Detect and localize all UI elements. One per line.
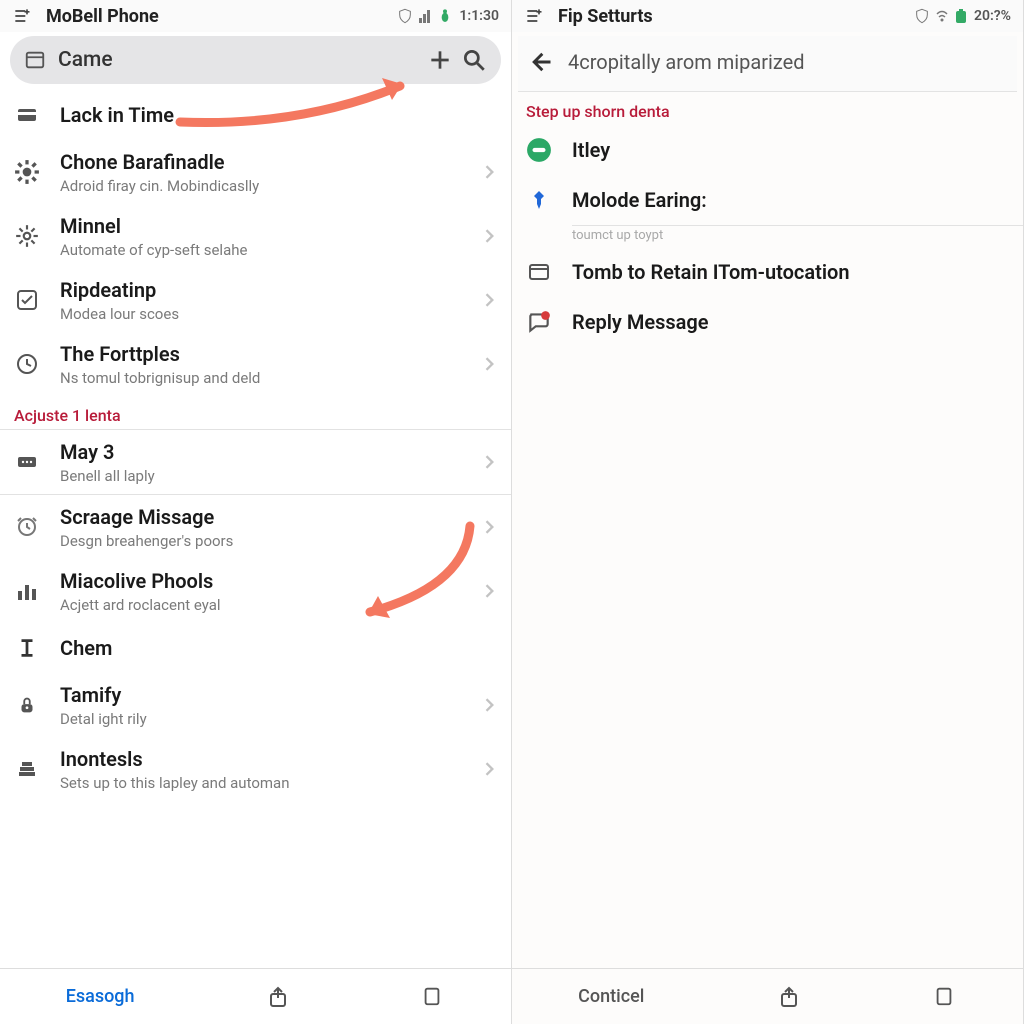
back-header: 4cropitally arom miparized [518,36,1017,92]
list-item-inontesls[interactable]: InonteslsSets up to this lapley and auto… [0,737,511,801]
status-bar-left: MoBell Phone 1:1:30 [0,0,511,32]
chevron-right-icon [483,165,497,179]
list-item-reply[interactable]: Reply Message [512,297,1023,347]
bug-icon [437,8,453,24]
list-item-tomb[interactable]: Tomb to Retain ITom-utocation [512,247,1023,297]
list-item-molode[interactable]: Molode Earing: [512,175,1023,225]
folder-icon [526,259,552,285]
back-title: 4cropitally arom miparized [568,50,805,74]
left-content: Lack in Time Chone BarafinadleAdroid fir… [0,90,511,968]
search-input[interactable]: Came [58,48,419,72]
list-item-forttples[interactable]: The ForttplesNs tomul tobrignisup and de… [0,332,511,396]
clock-time: 1:1:30 [459,8,499,24]
bottom-label-right[interactable]: Conticel [578,986,644,1007]
menu-icon[interactable] [524,6,554,26]
chevron-right-icon [483,455,497,469]
chat-icon [526,309,552,335]
list-item-ripdeatinp[interactable]: RipdeatinpModea lour scoes [0,268,511,332]
gear2-icon [14,223,40,249]
add-icon[interactable] [427,47,453,73]
right-screen: Fip Setturts 20:?% 4cropitally arom mipa… [512,0,1024,1024]
pin-icon [526,187,552,213]
left-screen: MoBell Phone 1:1:30 Came Lack in Time [0,0,512,1024]
bottom-bar-right: Conticel [512,968,1023,1024]
chevron-right-icon [483,762,497,776]
list-item-may3[interactable]: May 3Benell all laply [0,430,511,494]
list-item-minnel[interactable]: MinnelAutomate of cyp-seft selahe [0,204,511,268]
ibeam-icon [14,635,40,661]
right-content: Step up shorn denta Itley Molode Earing:… [512,92,1023,968]
clock-icon [14,351,40,377]
checkbox-icon [14,287,40,313]
battery-icon [954,8,968,24]
section-header-right: Step up shorn denta [512,92,1023,125]
share-icon[interactable] [777,985,801,1009]
window-icon [24,49,46,71]
bookmark-icon[interactable] [421,985,445,1009]
card-icon [14,102,40,128]
chevron-right-icon [483,584,497,598]
chevron-right-icon [483,229,497,243]
share-icon[interactable] [266,985,290,1009]
list-item-chem[interactable]: Chem [0,623,511,673]
section-header-1: Acjuste 1 lenta [0,396,511,429]
chevron-right-icon [483,293,497,307]
menu-icon[interactable] [12,6,42,26]
list-item-miacolive[interactable]: Miacolive PhoolsAcjett ard roclacent eya… [0,559,511,623]
app-title: Fip Setturts [554,6,914,27]
list-item-scraage[interactable]: Scraage MissageDesgn breahenger's poors [0,495,511,559]
list-item-lack-in-time[interactable]: Lack in Time [0,90,511,140]
status-icons: 20:?% [914,8,1011,24]
list-item-itley[interactable]: Itley [512,125,1023,175]
faint-caption: toumct up toypt [512,226,1023,247]
status-bar-right: Fip Setturts 20:?% [512,0,1023,32]
shield-icon [397,8,413,24]
app-title: MoBell Phone [42,6,397,27]
signal-icon [419,8,431,24]
lock-icon [14,692,40,718]
bookmark-icon[interactable] [933,985,957,1009]
stack-icon [14,756,40,782]
chevron-right-icon [483,698,497,712]
bars-icon [14,578,40,604]
dots-icon [14,449,40,475]
back-icon[interactable] [526,48,554,76]
list-item-tamify[interactable]: TamifyDetal ight rily [0,673,511,737]
green-circle-icon [526,137,552,163]
status-icons: 1:1:30 [397,8,499,24]
chevron-right-icon [483,357,497,371]
search-icon[interactable] [461,47,487,73]
bottom-bar-left: Esasogh [0,968,511,1024]
gear-icon [14,159,40,185]
clock2-icon [14,514,40,540]
list-item-chone[interactable]: Chone BarafinadleAdroid firay cin. Mobin… [0,140,511,204]
chevron-right-icon [483,520,497,534]
shield-icon [914,8,930,24]
bottom-label-left[interactable]: Esasogh [66,986,135,1007]
wifi-icon [936,8,948,24]
search-bar[interactable]: Came [10,36,501,84]
battery-pct: 20:?% [974,8,1011,24]
